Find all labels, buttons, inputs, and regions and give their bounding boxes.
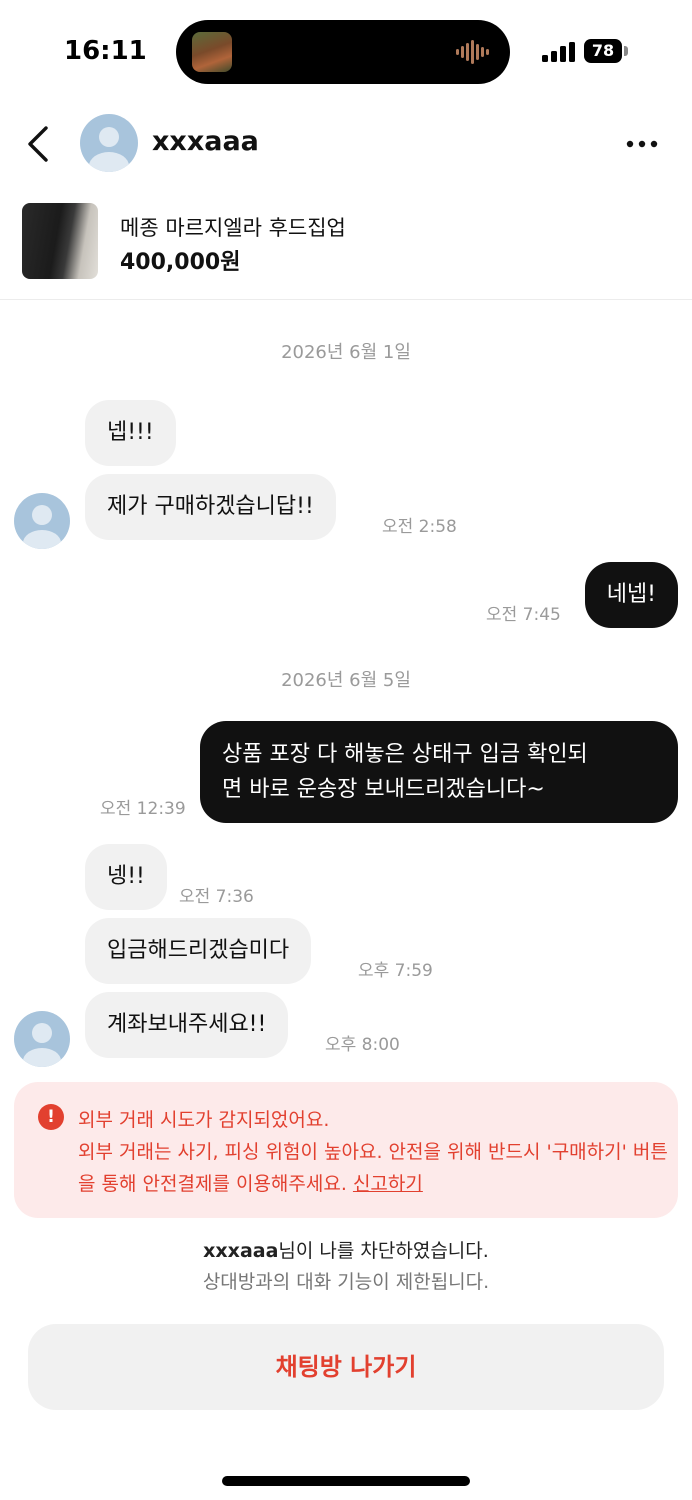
leave-chat-button[interactable]: 채팅방 나가기 bbox=[28, 1324, 664, 1410]
message-time: 오후 7:59 bbox=[358, 961, 433, 981]
battery-cap bbox=[624, 46, 628, 56]
product-summary[interactable]: 메종 마르지엘라 후드집업 400,000원 bbox=[0, 196, 692, 300]
chat-partner-name[interactable]: xxxaaa bbox=[152, 126, 259, 157]
blocked-notice-text: 님이 나를 차단하였습니다. bbox=[278, 1240, 489, 1262]
blocked-user-name: xxxaaa bbox=[203, 1240, 279, 1262]
dynamic-island bbox=[176, 20, 510, 84]
audio-waveform-icon bbox=[456, 40, 489, 64]
chat-header: xxxaaa bbox=[0, 108, 692, 180]
blocked-restriction-text: 상대방과의 대화 기능이 제한됩니다. bbox=[202, 1271, 490, 1293]
message-bubble-incoming[interactable]: 입금해드리겠습미다 bbox=[85, 918, 312, 984]
date-separator: 2026년 6월 1일 bbox=[281, 342, 411, 363]
date-separator: 2026년 6월 5일 bbox=[281, 670, 411, 691]
product-name: 메종 마르지엘라 후드집업 bbox=[120, 216, 346, 240]
report-link[interactable]: 신고하기 bbox=[353, 1173, 423, 1195]
more-options-icon[interactable] bbox=[620, 124, 664, 164]
message-time: 오전 2:58 bbox=[382, 517, 457, 537]
blocked-notice: xxxaaa님이 나를 차단하였습니다. bbox=[0, 1236, 692, 1263]
back-button[interactable] bbox=[18, 122, 62, 166]
message-bubble-incoming[interactable]: 제가 구매하겠습니답!! bbox=[85, 474, 336, 540]
avatar[interactable] bbox=[80, 114, 138, 172]
message-bubble-outgoing[interactable]: 네넵! bbox=[584, 562, 678, 628]
external-trade-warning: ! 외부 거래 시도가 감지되었어요. 외부 거래는 사기, 피싱 위험이 높아… bbox=[14, 1082, 678, 1218]
cellular-signal-icon bbox=[542, 42, 575, 62]
warning-text: 외부 거래 시도가 감지되었어요. 외부 거래는 사기, 피싱 위험이 높아요.… bbox=[78, 1104, 668, 1200]
message-time: 오후 8:00 bbox=[325, 1035, 400, 1055]
product-price: 400,000원 bbox=[120, 250, 241, 275]
status-bar: 16:11 78 bbox=[0, 0, 692, 100]
message-line: 면 바로 운송장 보내드리겠습니다~ bbox=[222, 777, 545, 802]
avatar[interactable] bbox=[14, 493, 70, 549]
message-bubble-incoming[interactable]: 넵!!! bbox=[85, 400, 176, 466]
battery-icon: 78 bbox=[584, 39, 622, 63]
message-bubble-incoming[interactable]: 넹!! bbox=[85, 844, 167, 910]
alert-icon: ! bbox=[38, 1104, 64, 1130]
now-playing-artwork bbox=[192, 32, 232, 72]
product-thumbnail[interactable] bbox=[22, 203, 98, 279]
message-line: 상품 포장 다 해놓은 상태구 입금 확인되 bbox=[222, 742, 588, 767]
message-time: 오전 12:39 bbox=[100, 799, 186, 819]
avatar[interactable] bbox=[14, 1011, 70, 1067]
home-indicator bbox=[222, 1476, 470, 1486]
message-time: 오전 7:36 bbox=[179, 887, 254, 907]
message-time: 오전 7:45 bbox=[486, 605, 561, 625]
warning-title: 외부 거래 시도가 감지되었어요. bbox=[78, 1109, 330, 1131]
message-bubble-outgoing[interactable]: 상품 포장 다 해놓은 상태구 입금 확인되 면 바로 운송장 보내드리겠습니다… bbox=[200, 721, 678, 823]
message-bubble-incoming[interactable]: 계좌보내주세요!! bbox=[85, 992, 289, 1058]
status-time: 16:11 bbox=[64, 36, 147, 66]
